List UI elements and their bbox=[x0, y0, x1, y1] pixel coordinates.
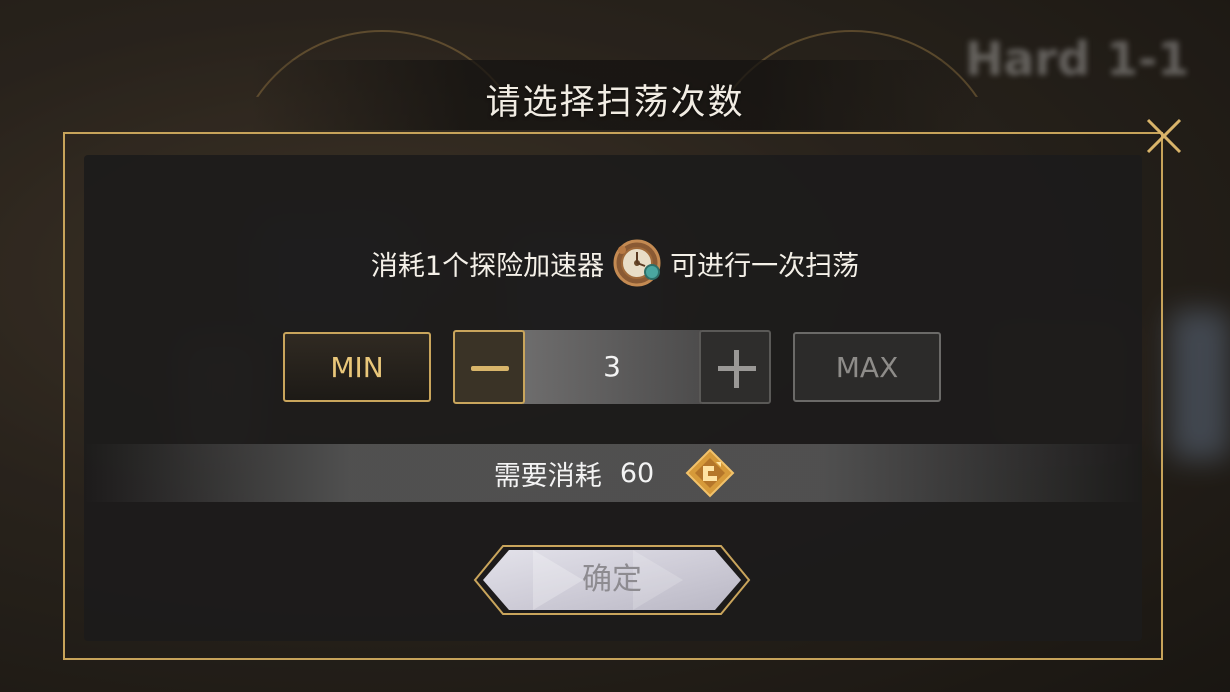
decrement-button[interactable] bbox=[453, 330, 525, 404]
confirm-button[interactable]: 确定 bbox=[473, 543, 751, 617]
cost-row: 需要消耗 60 bbox=[0, 444, 1230, 502]
description-prefix: 消耗1个探险加速器 bbox=[370, 250, 605, 282]
cost-label: 需要消耗 bbox=[493, 460, 602, 492]
min-button[interactable]: MIN bbox=[283, 332, 431, 402]
max-button[interactable]: MAX bbox=[793, 332, 941, 402]
accelerator-gear-icon bbox=[610, 236, 664, 290]
sweep-count-value[interactable]: 3 bbox=[523, 330, 701, 404]
confirm-label: 确定 bbox=[582, 562, 642, 597]
close-icon bbox=[1146, 118, 1182, 154]
count-stepper: 3 bbox=[453, 330, 771, 404]
description-suffix: 可进行一次扫荡 bbox=[670, 250, 860, 282]
close-button[interactable] bbox=[1140, 112, 1188, 160]
sweep-description: 消耗1个探险加速器 可进行一次扫荡 bbox=[0, 236, 1230, 290]
stamina-crystal-icon bbox=[685, 448, 735, 498]
increment-button[interactable] bbox=[699, 330, 771, 404]
dialog-title: 请选择扫荡次数 bbox=[485, 83, 745, 123]
cost-value: 60 bbox=[619, 457, 655, 489]
